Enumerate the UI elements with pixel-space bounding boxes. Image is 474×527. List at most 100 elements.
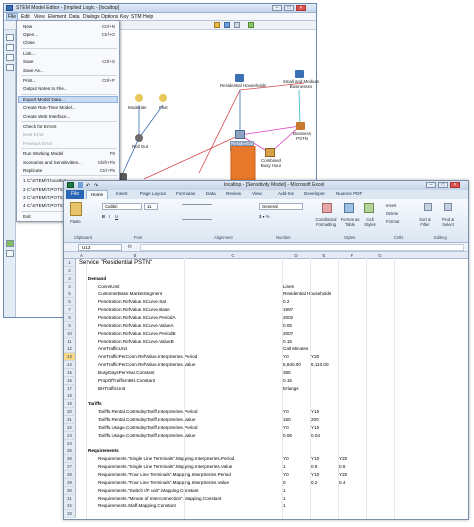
cell-b[interactable]: Requirements	[88, 447, 119, 455]
cell-d[interactable]: 0.15	[283, 338, 292, 346]
paste-button[interactable]: Paste	[70, 219, 81, 224]
row-header[interactable]: 15	[64, 368, 76, 377]
cell-b[interactable]: Demand	[88, 275, 106, 283]
column-header[interactable]: G	[366, 253, 394, 258]
redo-icon[interactable]: ↷	[94, 183, 98, 189]
row-header[interactable]: 5	[64, 290, 76, 299]
cell-b[interactable]: Penetration.RefValue.SCurve.Base	[98, 306, 170, 314]
cell-d[interactable]: Y0	[283, 353, 289, 361]
cell-d[interactable]: 0.2	[283, 298, 289, 306]
currency-button[interactable]: $ ▾ %	[259, 214, 269, 219]
toolbar-print-icon[interactable]	[234, 22, 240, 28]
row-header[interactable]: 23	[64, 431, 76, 440]
alignment-icons[interactable]	[182, 204, 212, 220]
file-menu-item[interactable]: Create Web Interface...	[23, 114, 70, 119]
row-header[interactable]: 24	[64, 439, 76, 448]
cell-a[interactable]: Service "Residential PSTN"	[79, 259, 152, 267]
toolbar-folder-icon[interactable]	[214, 22, 220, 28]
toolbar-run-icon[interactable]	[248, 22, 254, 28]
cell-e[interactable]: Y10	[311, 408, 319, 416]
number-format-select[interactable]: General	[259, 203, 303, 210]
cell-b[interactable]: AnnTrafficPerConn.RefValue.InterpSeries.…	[98, 353, 197, 361]
left-tool-select-icon[interactable]	[6, 34, 14, 41]
cell-e[interactable]: 200	[311, 416, 319, 424]
cell-e[interactable]: Y10	[311, 455, 319, 463]
file-menu-item[interactable]: Scenarios and Sensitivities...	[23, 160, 82, 165]
cell-b[interactable]: Penetration.RefValue.SCurve.ValueB	[98, 338, 174, 346]
minimize-icon[interactable]: –	[272, 5, 282, 11]
cell-b[interactable]: AnnTrafficPerConn.RefValue.InterpSeries.…	[98, 361, 195, 369]
cell-d[interactable]: Erlangs	[283, 385, 299, 393]
column-header[interactable]: F	[338, 253, 366, 258]
row-header[interactable]: 14	[64, 361, 76, 370]
underline-button[interactable]: U	[115, 214, 118, 219]
row-header[interactable]: 31	[64, 494, 76, 503]
left-tool-resource-icon[interactable]	[6, 54, 14, 61]
paste-icon[interactable]	[70, 202, 82, 216]
left-tool-service-icon[interactable]	[6, 44, 14, 51]
cell-f[interactable]: Y20	[339, 471, 347, 479]
column-header[interactable]: C	[184, 253, 282, 258]
cell-e[interactable]: 0.04	[311, 432, 320, 440]
cell-b[interactable]: Requirements."Minute of Interconnection"…	[98, 495, 221, 503]
file-menu-item[interactable]: Run Working Model	[23, 151, 63, 156]
business-pstn-icon[interactable]	[296, 122, 305, 130]
residential-households-icon[interactable]	[235, 74, 244, 82]
row-header[interactable]: 32	[64, 502, 76, 511]
file-menu-item[interactable]: Exit	[23, 214, 31, 219]
spreadsheet-grid[interactable]: ABCDEFG 1 Service "Residential PSTN" 2 3 Dem…	[64, 252, 468, 519]
left-tool-transformation-icon[interactable]	[6, 64, 14, 71]
cell-e[interactable]: Y20	[311, 353, 319, 361]
cell-d[interactable]: 2007	[283, 330, 293, 338]
file-menu-item[interactable]: Link...	[23, 51, 35, 56]
cell-b[interactable]: Tariffs.Usage.CostIndepTariff.InterpSeri…	[98, 432, 196, 440]
row-header[interactable]: 12	[64, 345, 76, 354]
tab-home[interactable]: Home	[86, 190, 108, 199]
cell-d[interactable]: 0.06	[283, 432, 292, 440]
row-header[interactable]: 17	[64, 384, 76, 393]
cell-b[interactable]: ConnsUnit	[98, 283, 119, 291]
cell-f[interactable]: Y20	[339, 455, 347, 463]
cell-d[interactable]: 0.05	[283, 322, 292, 330]
residential-pstn-icon[interactable]	[235, 130, 245, 139]
cell-styles-button[interactable]: Cell Styles	[362, 217, 378, 227]
cell-d[interactable]: Call Minutes	[283, 345, 308, 353]
row-header[interactable]: 20	[64, 408, 76, 417]
cell-b[interactable]: PropOfTrafficInBH.Constant	[98, 377, 155, 385]
tab-review[interactable]: Review	[226, 191, 241, 196]
delete-cells-button[interactable]: Delete	[386, 211, 398, 216]
name-box[interactable]: U13	[78, 244, 122, 251]
column-header[interactable]: A	[77, 253, 86, 258]
row-header[interactable]: 28	[64, 470, 76, 479]
conditional-formatting-icon[interactable]	[322, 203, 332, 213]
cell-styles-icon[interactable]	[364, 203, 374, 213]
toolbar-save-icon[interactable]	[224, 22, 230, 28]
cell-b[interactable]: Penetration.RefValue.SCurve.Sat	[98, 298, 166, 306]
file-menu-item[interactable]: Create Run-Time Model...	[23, 105, 76, 110]
cell-e[interactable]: Y10	[311, 471, 319, 479]
formula-input[interactable]	[140, 244, 464, 251]
cell-e[interactable]: Y10	[311, 424, 319, 432]
cell-d[interactable]: 1	[283, 495, 286, 503]
cell-d[interactable]: 2002	[283, 314, 293, 322]
menu-key[interactable]: Key	[120, 14, 129, 20]
cell-d[interactable]: 0.15	[283, 377, 292, 385]
cell-b[interactable]: BHTrafficUnit	[98, 385, 125, 393]
cell-d[interactable]: Residential Households	[283, 290, 331, 298]
row-header[interactable]: 26	[64, 455, 76, 464]
file-menu-item[interactable]: 1 C:\STEM\T.localtop	[23, 178, 66, 183]
moderate-icon[interactable]	[135, 94, 143, 102]
tab-insert[interactable]: Insert	[116, 191, 128, 196]
row-header[interactable]: 4	[64, 282, 76, 291]
cell-e[interactable]: 0.8	[311, 463, 317, 471]
row-header[interactable]: 8	[64, 313, 76, 322]
format-as-table-icon[interactable]	[344, 203, 354, 213]
row-header[interactable]: 13	[64, 353, 76, 362]
row-header[interactable]: 10	[64, 329, 76, 338]
row-header[interactable]: 3	[64, 274, 76, 283]
menu-help[interactable]: Help	[143, 14, 153, 20]
file-menu-item[interactable]: Check for Errors	[23, 124, 56, 129]
bold-button[interactable]: B	[102, 214, 105, 219]
left-tool-grid-icon[interactable]	[6, 250, 14, 257]
column-header[interactable]: B	[86, 253, 184, 258]
